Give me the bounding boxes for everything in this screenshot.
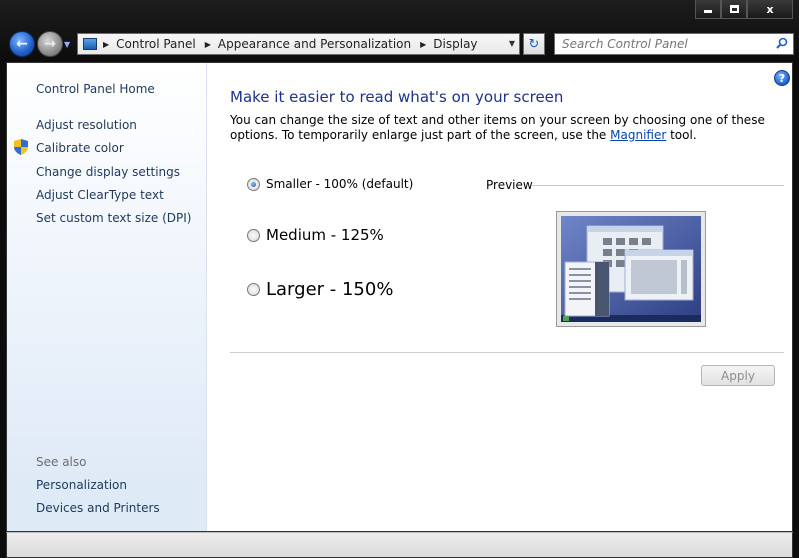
chevron-right-icon[interactable]: ▶ (205, 40, 211, 49)
back-button[interactable]: ← (9, 31, 35, 57)
breadcrumb-display[interactable]: Display (433, 37, 477, 51)
radio-medium[interactable] (247, 228, 260, 242)
see-also-label: See also (36, 455, 87, 469)
option-larger[interactable]: Larger - 150% (247, 279, 393, 300)
option-medium[interactable]: Medium - 125% (247, 226, 384, 244)
preview-image (556, 211, 706, 327)
breadcrumb-appearance[interactable]: Appearance and Personalization (218, 37, 411, 51)
radio-larger[interactable] (247, 283, 260, 296)
sidebar-control-panel-home[interactable]: Control Panel Home (36, 82, 155, 96)
minimize-button[interactable] (695, 0, 721, 19)
option-larger-label: Larger - 150% (266, 279, 394, 300)
preview-label: Preview (486, 178, 533, 192)
page-title: Make it easier to read what's on your sc… (230, 88, 564, 106)
magnifier-link[interactable]: Magnifier (610, 128, 666, 142)
preview-divider (532, 185, 784, 186)
sidebar-adjust-resolution[interactable]: Adjust resolution (36, 118, 137, 132)
radio-smaller[interactable] (247, 177, 260, 191)
content-divider (230, 352, 784, 353)
search-box[interactable] (554, 33, 794, 55)
close-icon: x (766, 2, 774, 16)
forward-button[interactable]: → (37, 31, 63, 57)
breadcrumb-control-panel[interactable]: Control Panel (116, 37, 196, 51)
maximize-icon (729, 5, 739, 13)
sidebar-adjust-cleartype[interactable]: Adjust ClearType text (36, 188, 164, 202)
sidebar-personalization[interactable]: Personalization (36, 478, 127, 492)
sidebar-change-display-settings[interactable]: Change display settings (36, 165, 180, 179)
search-input[interactable] (555, 37, 765, 51)
navigation-bar: ← → ▼ ▶ Control Panel ▶ Appearance and P… (0, 28, 799, 60)
apply-button[interactable]: Apply (701, 365, 775, 386)
forward-arrow-icon: → (44, 36, 56, 52)
control-panel-icon (83, 38, 97, 50)
status-bar (6, 532, 793, 558)
refresh-button[interactable]: ↻ (523, 33, 545, 55)
preview-screen-graphic (561, 216, 701, 322)
help-icon[interactable]: ? (774, 70, 790, 86)
chevron-right-icon[interactable]: ▶ (420, 40, 426, 49)
caption-buttons: x (695, 0, 793, 19)
recent-pages-dropdown[interactable]: ▼ (64, 40, 72, 49)
chevron-right-icon[interactable]: ▶ (103, 40, 109, 49)
option-smaller[interactable]: Smaller - 100% (default) (247, 177, 413, 191)
shield-icon (14, 139, 28, 155)
option-smaller-label: Smaller - 100% (default) (266, 177, 414, 191)
close-button[interactable]: x (747, 0, 793, 19)
page-description: You can change the size of text and othe… (230, 113, 775, 143)
content-area: Control Panel Home Adjust resolution Cal… (6, 62, 793, 532)
window-frame: x ← → ▼ ▶ Control Panel ▶ Appearance and… (0, 0, 799, 558)
search-icon[interactable] (776, 37, 788, 49)
address-dropdown-icon[interactable]: ▼ (509, 39, 515, 48)
sidebar: Control Panel Home Adjust resolution Cal… (7, 63, 207, 531)
minimize-icon (704, 10, 712, 13)
back-arrow-icon: ← (16, 36, 28, 52)
address-bar[interactable]: ▶ Control Panel ▶ Appearance and Persona… (77, 33, 520, 55)
sidebar-calibrate-color[interactable]: Calibrate color (36, 141, 124, 155)
description-text-end: tool. (666, 128, 697, 142)
sidebar-custom-text-size[interactable]: Set custom text size (DPI) (36, 211, 191, 225)
option-medium-label: Medium - 125% (266, 226, 384, 244)
maximize-button[interactable] (721, 0, 747, 19)
refresh-icon: ↻ (528, 36, 540, 52)
sidebar-devices-printers[interactable]: Devices and Printers (36, 501, 160, 515)
